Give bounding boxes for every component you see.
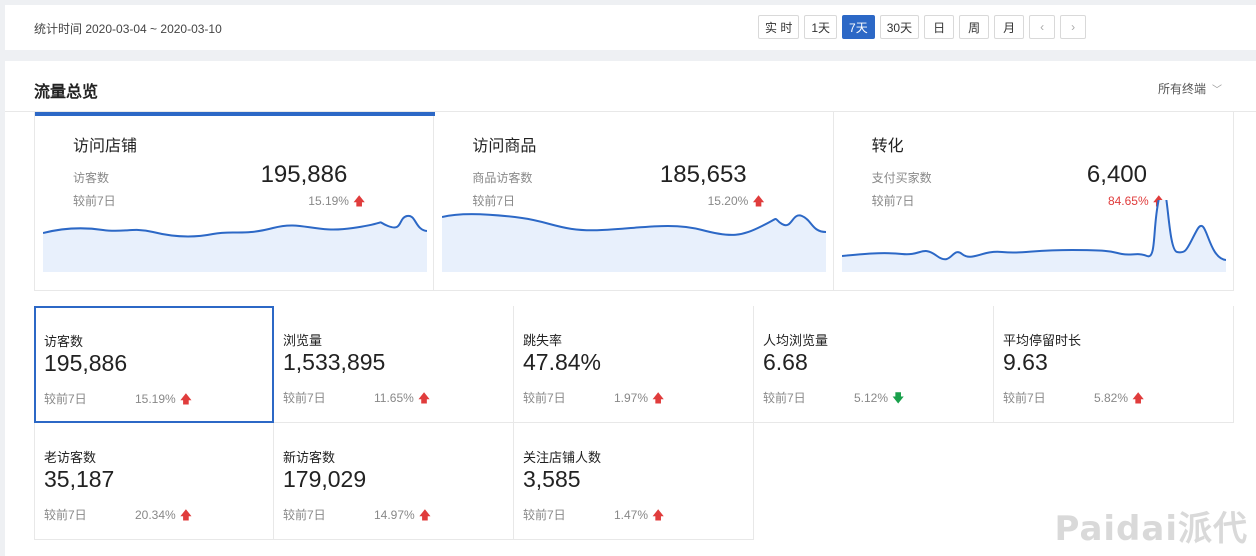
metric-card-new-visitors[interactable]: 新访客数 179,029 较前7日 14.97% 🡅 xyxy=(274,423,514,540)
overview-title: 访问店铺 xyxy=(73,138,138,155)
metric-percent: 14.97% 🡅 xyxy=(374,506,431,527)
metric-percent: 5.12% 🡇 xyxy=(854,389,904,410)
sparkline-store xyxy=(43,214,427,272)
metric-value: 47.84% xyxy=(523,349,602,375)
metric-label: 浏览量 xyxy=(283,333,323,348)
metric-card-avg-stay-time[interactable]: 平均停留时长 9.63 较前7日 5.82% 🡅 xyxy=(994,306,1234,423)
chevron-down-icon: ﹀ xyxy=(1212,85,1222,96)
arrow-up-icon: 🡅 xyxy=(179,392,193,406)
percent-text: 5.82% xyxy=(1094,391,1129,405)
metric-label: 人均浏览量 xyxy=(763,333,829,348)
panel-title: 流量总览 xyxy=(34,84,99,101)
metric-card-avg-pageviews[interactable]: 人均浏览量 6.68 较前7日 5.12% 🡇 xyxy=(754,306,994,423)
percent-text: 11.65% xyxy=(374,391,414,405)
arrow-up-icon: 🡅 xyxy=(179,508,193,522)
period-button-group: 实 时 1天 7天 30天 日 周 月 ‹ › xyxy=(758,15,1087,39)
percent-text: 15.19% xyxy=(135,392,176,406)
metric-percent: 5.82% 🡅 xyxy=(1094,389,1144,410)
metric-value: 35,187 xyxy=(44,466,115,492)
date-toolbar: 统计时间 2020-03-04 ~ 2020-03-10 实 时 1天 7天 3… xyxy=(5,5,1256,50)
chevron-left-icon: ‹ xyxy=(1040,20,1045,34)
overview-value: 6,400 xyxy=(1086,161,1147,188)
week-button[interactable]: 周 xyxy=(959,15,990,39)
metric-percent: 1.97% 🡅 xyxy=(614,389,664,410)
percent-text: 14.97% xyxy=(374,508,415,522)
overview-card-product[interactable]: 访问商品 商品访客数 185,653 较前7日 15.20% 🡅 xyxy=(434,112,834,291)
chevron-right-icon: › xyxy=(1071,20,1076,34)
metric-compare-label: 较前7日 xyxy=(1003,391,1046,405)
overview-title: 访问商品 xyxy=(472,138,537,155)
percent-text: 1.97% xyxy=(614,391,649,405)
overview-title: 转化 xyxy=(871,138,904,155)
metric-card-visitors[interactable]: 访客数 195,886 较前7日 15.19% 🡅 xyxy=(34,306,274,423)
percent-text: 20.34% xyxy=(135,508,176,522)
arrow-up-icon: 🡅 xyxy=(1132,391,1145,405)
percent-text: 1.47% xyxy=(614,508,649,522)
percent-text: 5.12% xyxy=(854,391,889,405)
metric-value: 195,886 xyxy=(44,350,128,376)
metric-label: 跳失率 xyxy=(523,333,563,348)
overview-sub-label: 商品访客数 xyxy=(472,171,533,185)
sparkline-conversion xyxy=(841,200,1226,272)
30-day-button[interactable]: 30天 xyxy=(879,15,920,39)
metric-value: 6.68 xyxy=(763,349,808,375)
realtime-button[interactable]: 实 时 xyxy=(758,15,800,39)
metric-compare-label: 较前7日 xyxy=(763,391,806,405)
metric-percent: 15.19% 🡅 xyxy=(135,390,192,411)
metric-percent: 1.47% 🡅 xyxy=(614,506,664,527)
traffic-overview-panel: 流量总览 所有终端 ﹀ 访问店铺 访客数 195,886 较前7日 15.19%… xyxy=(5,61,1256,556)
arrow-down-icon: 🡇 xyxy=(892,391,905,405)
metric-label: 平均停留时长 xyxy=(1003,333,1082,348)
arrow-up-icon: 🡅 xyxy=(652,391,665,405)
overview-sub-label: 访客数 xyxy=(73,171,110,185)
metric-card-store-followers[interactable]: 关注店铺人数 3,585 较前7日 1.47% 🡅 xyxy=(514,423,754,540)
overview-sub-label: 支付买家数 xyxy=(871,171,932,185)
arrow-up-icon: 🡅 xyxy=(418,508,432,522)
overview-card-conversion[interactable]: 转化 支付买家数 6,400 较前7日 84.65%🡅 xyxy=(834,112,1233,291)
metric-compare-label: 较前7日 xyxy=(283,508,326,522)
overview-card-store[interactable]: 访问店铺 访客数 195,886 较前7日 15.19% 🡅 xyxy=(35,112,436,291)
metric-value: 9.63 xyxy=(1003,349,1048,375)
month-button[interactable]: 月 xyxy=(994,15,1025,39)
metric-value: 1,533,895 xyxy=(283,349,386,375)
terminal-select[interactable]: 所有终端 ﹀ xyxy=(1158,80,1222,97)
overview-value: 185,653 xyxy=(659,161,747,188)
metric-label: 访客数 xyxy=(44,334,84,349)
next-period-button[interactable]: › xyxy=(1060,15,1087,39)
watermark-logo: Paidai派代 xyxy=(1054,509,1248,549)
day-button[interactable]: 日 xyxy=(924,15,955,39)
date-range-text: 统计时间 2020-03-04 ~ 2020-03-10 xyxy=(34,22,222,36)
metric-card-pageviews[interactable]: 浏览量 1,533,895 较前7日 11.65% 🡅 xyxy=(274,306,514,423)
prev-period-button[interactable]: ‹ xyxy=(1029,15,1056,39)
overview-cards: 访问店铺 访客数 195,886 较前7日 15.19% 🡅 访问商品 商品访客数… xyxy=(34,112,1234,291)
terminal-select-label: 所有终端 xyxy=(1157,82,1206,96)
metric-percent: 11.65% 🡅 xyxy=(374,389,430,410)
metric-compare-label: 较前7日 xyxy=(523,391,566,405)
overview-value: 195,886 xyxy=(260,161,348,188)
metric-compare-label: 较前7日 xyxy=(44,392,87,406)
metric-value: 3,585 xyxy=(523,466,581,492)
metric-label: 关注店铺人数 xyxy=(523,450,602,465)
7-day-button[interactable]: 7天 xyxy=(842,15,875,39)
1-day-button[interactable]: 1天 xyxy=(804,15,838,39)
arrow-up-icon: 🡅 xyxy=(652,508,665,522)
metric-compare-label: 较前7日 xyxy=(44,508,87,522)
metric-compare-label: 较前7日 xyxy=(523,508,566,522)
metric-value: 179,029 xyxy=(283,466,367,492)
metric-compare-label: 较前7日 xyxy=(283,391,326,405)
metric-card-returning-visitors[interactable]: 老访客数 35,187 较前7日 20.34% 🡅 xyxy=(34,423,274,540)
metric-card-bounce-rate[interactable]: 跳失率 47.84% 较前7日 1.97% 🡅 xyxy=(514,306,754,423)
metric-label: 新访客数 xyxy=(283,450,336,465)
metric-label: 老访客数 xyxy=(44,450,97,465)
arrow-up-icon: 🡅 xyxy=(417,391,431,405)
panel-header: 流量总览 所有终端 ﹀ xyxy=(5,61,1256,112)
sparkline-product xyxy=(442,213,827,272)
metric-percent: 20.34% 🡅 xyxy=(135,506,192,527)
